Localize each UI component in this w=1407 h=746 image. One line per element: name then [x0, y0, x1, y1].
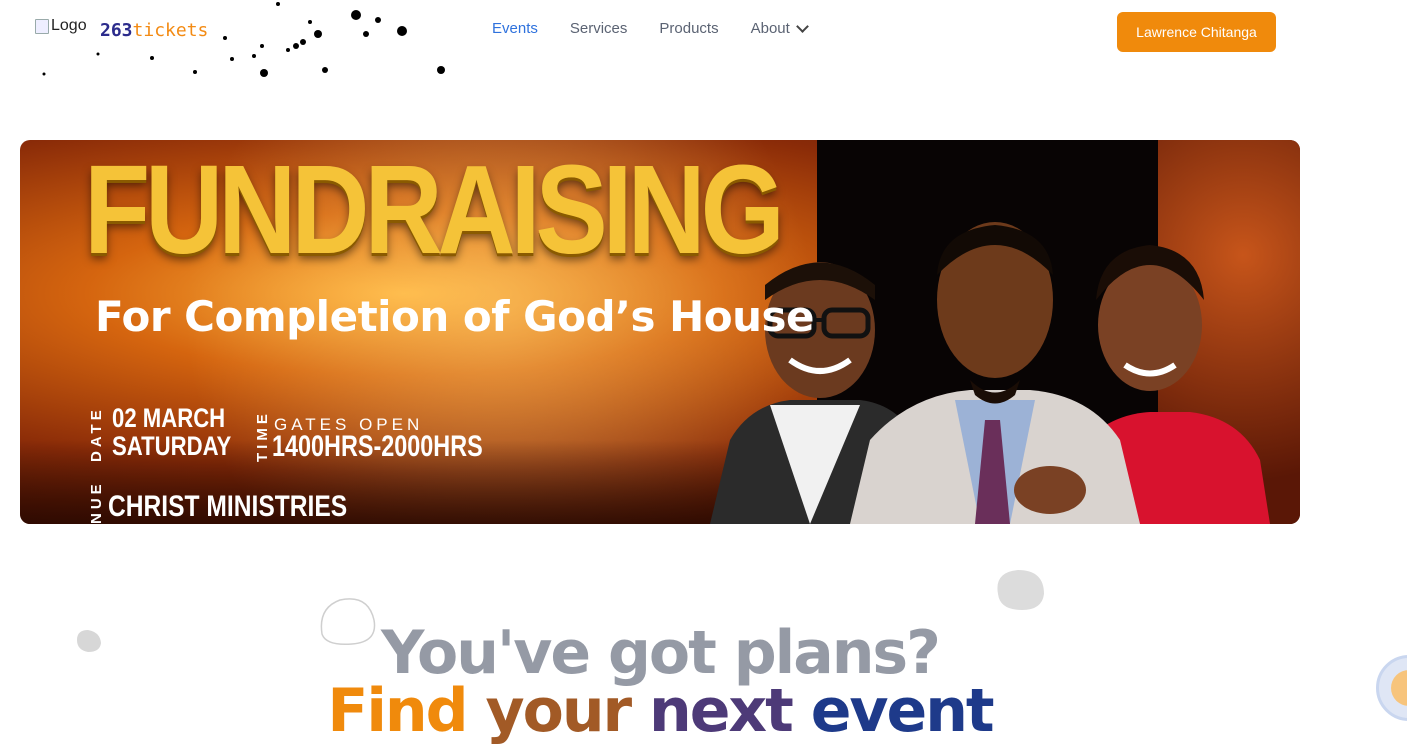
hero-word: Find: [327, 676, 468, 746]
chevron-down-icon: [795, 20, 809, 33]
date-label: DATE: [88, 406, 105, 462]
event-date: 02 MARCH SATURDAY: [112, 404, 231, 460]
nav-label: About: [750, 20, 790, 37]
logo-alt-text: Logo: [51, 17, 87, 34]
nav-label: Events: [492, 20, 538, 37]
logo-area[interactable]: Logo 263tickets: [20, 0, 470, 80]
time-label: TIME: [254, 410, 271, 462]
hero-word: your: [485, 676, 632, 746]
chat-icon: [1391, 670, 1407, 706]
nav-item-about[interactable]: About: [750, 20, 809, 37]
event-date-day: 02 MARCH: [112, 403, 226, 433]
venue-label: NUE: [88, 480, 105, 524]
banner-subtitle: For Completion of God’s House: [95, 292, 815, 341]
brand-number: 263: [100, 20, 133, 41]
broken-image-icon: [35, 18, 49, 34]
gray-blob-decoration: [997, 570, 1044, 610]
nav-item-products[interactable]: Products: [659, 20, 718, 37]
brand-word: tickets: [132, 20, 209, 41]
nav-item-services[interactable]: Services: [570, 20, 628, 37]
hero-word: next: [649, 676, 794, 746]
event-banner[interactable]: FUNDRAISING For Completion of God’s Hous…: [20, 140, 1300, 524]
main-nav: Events Services Products About: [492, 20, 809, 37]
brand-name: 263tickets: [100, 20, 208, 41]
event-venue: CHRIST MINISTRIES: [108, 490, 348, 523]
event-date-weekday: SATURDAY: [112, 431, 232, 461]
hero-subheading: Find your next event: [0, 676, 1320, 746]
nav-item-events[interactable]: Events: [492, 20, 538, 37]
event-hours: 1400HRS-2000HRS: [272, 430, 483, 463]
logo-image: Logo: [35, 17, 87, 35]
user-account-button[interactable]: Lawrence Chitanga: [1117, 12, 1276, 52]
nav-label: Products: [659, 20, 719, 37]
banner-headline: FUNDRAISING: [84, 140, 785, 280]
site-header: Logo 263tickets Events Services Products…: [0, 0, 1407, 80]
floating-chat-button[interactable]: [1376, 655, 1407, 721]
hero-word: event: [810, 676, 995, 746]
nav-label: Services: [569, 20, 628, 37]
ink-splatter-decoration: [42, 2, 445, 77]
